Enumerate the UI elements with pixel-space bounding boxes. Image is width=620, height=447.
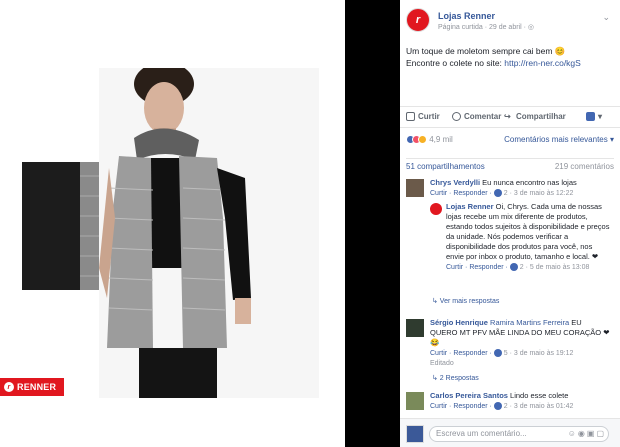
like-label: Curtir — [418, 112, 440, 121]
comment-action-links[interactable]: Curtir · Responder · — [430, 350, 494, 357]
profile-thumb-icon — [586, 112, 595, 121]
wow-reaction-icon — [418, 135, 427, 145]
comment-button[interactable]: Comentar — [452, 112, 501, 121]
comment-action-links[interactable]: Curtir · Responder · — [430, 190, 494, 197]
comment-sort-dropdown[interactable]: Comentários mais relevantes ▾ — [504, 135, 614, 144]
globe-icon: ◎ — [527, 24, 534, 31]
post-body: Um toque de moletom sempre cai bem 😊 Enc… — [406, 45, 614, 69]
comment-actions: Curtir · Responder · 5 · 3 de maio às 19… — [430, 349, 610, 369]
replies-link[interactable]: ↳ 2 Respostas — [432, 374, 479, 382]
comment-text: Eu nunca encontro nas lojas — [482, 178, 577, 187]
share-label: Compartilhar — [516, 112, 566, 121]
comment-author[interactable]: Carlos Pereira Santos — [430, 391, 508, 400]
like-badge-icon — [493, 189, 502, 198]
post-meta: Página curtida · 29 de abril · ◎ — [438, 23, 534, 31]
reaction-count[interactable]: 4,9 mil — [429, 135, 453, 144]
comment-label: Comentar — [464, 112, 502, 121]
audience-selector[interactable]: ▾ — [586, 112, 602, 121]
gif-icon[interactable]: ▣ — [587, 429, 597, 438]
main-photo — [99, 62, 319, 398]
emoji-icon[interactable]: ☺ — [568, 429, 578, 438]
camera-icon[interactable]: ◉ — [578, 429, 587, 438]
page-name-link[interactable]: Lojas Renner — [438, 11, 495, 21]
avatar[interactable] — [430, 203, 442, 215]
product-link[interactable]: http://ren-ner.co/kgS — [504, 58, 581, 68]
edited-label: Editado — [430, 360, 454, 367]
reactions-row: 4,9 mil Comentários mais relevantes ▾ — [406, 135, 614, 149]
comment-author[interactable]: Sérgio Henrique — [430, 318, 488, 327]
sticker-icon[interactable]: ▢ — [596, 429, 606, 438]
like-button[interactable]: Curtir — [406, 112, 440, 121]
post-text-prefix: Encontre o colete no site: — [406, 58, 505, 68]
renner-logo-badge: r RENNER — [0, 378, 64, 396]
photo-stage: r RENNER — [0, 0, 345, 447]
comment-actions: Curtir · Responder · 2 · 3 de maio às 12… — [430, 189, 610, 199]
page-avatar[interactable]: r — [406, 8, 430, 32]
comment-time: · 3 de maio às 01:42 — [507, 403, 574, 410]
counts-row: 51 compartilhamentos 219 comentários — [406, 158, 614, 171]
avatar[interactable] — [406, 392, 424, 410]
post-panel: r Lojas Renner Página curtida · 29 de ab… — [400, 0, 620, 447]
composer-tools[interactable]: ☺◉▣▢ — [568, 429, 606, 438]
share-button[interactable]: ↪ Compartilhar — [504, 112, 566, 121]
post-header: r Lojas Renner Página curtida · 29 de ab… — [406, 8, 614, 38]
post-meta-text: Página curtida · 29 de abril · — [438, 24, 528, 31]
tagged-user[interactable]: Ramira Martins Ferreira — [490, 318, 569, 327]
post-text-line2: Encontre o colete no site: http://ren-ne… — [406, 57, 614, 69]
thumbs-up-icon — [406, 112, 415, 121]
comment-text: Lindo esse colete — [507, 391, 569, 400]
comment-composer: Escreva um comentário... ☺◉▣▢ — [400, 418, 620, 447]
comment-action-links[interactable]: Curtir · Responder · — [430, 403, 494, 410]
post-text-line1: Um toque de moletom sempre cai bem 😊 — [406, 46, 566, 56]
chevron-down-icon[interactable]: ⌄ — [602, 12, 610, 23]
reply-action-links[interactable]: Curtir · Responder · — [446, 264, 510, 271]
comment-time: · 3 de maio às 12:22 — [507, 190, 574, 197]
comment-time: · 3 de maio às 19:12 — [507, 350, 574, 357]
comment-count[interactable]: 219 comentários — [555, 162, 614, 171]
share-count[interactable]: 51 compartilhamentos — [406, 162, 485, 171]
share-icon: ↪ — [504, 112, 511, 121]
avatar — [406, 425, 424, 443]
action-bar: Curtir Comentar ↪ Compartilhar ▾ — [400, 106, 620, 128]
caret-down-icon: ▾ — [598, 112, 603, 121]
reply-actions: Curtir · Responder · 2 · 5 de maio às 13… — [446, 263, 610, 273]
like-badge-icon — [493, 349, 502, 358]
model-image — [99, 62, 319, 398]
comment-actions: Curtir · Responder · 2 · 3 de maio às 01… — [430, 402, 610, 412]
reply-author[interactable]: Lojas Renner — [446, 202, 494, 211]
like-badge-icon — [493, 402, 502, 411]
renner-logo-icon: r — [4, 382, 14, 392]
comment-author[interactable]: Chrys Verdylli — [430, 178, 480, 187]
lightbox-gutter — [345, 0, 400, 447]
like-badge-icon — [509, 263, 518, 272]
brand-badge-label: RENNER — [17, 382, 57, 392]
view-more-replies-link[interactable]: ↳ Ver mais respostas — [432, 297, 499, 305]
avatar[interactable] — [406, 179, 424, 197]
reply-time: · 5 de maio às 13:08 — [523, 264, 590, 271]
avatar[interactable] — [406, 319, 424, 337]
comment-icon — [452, 112, 461, 121]
